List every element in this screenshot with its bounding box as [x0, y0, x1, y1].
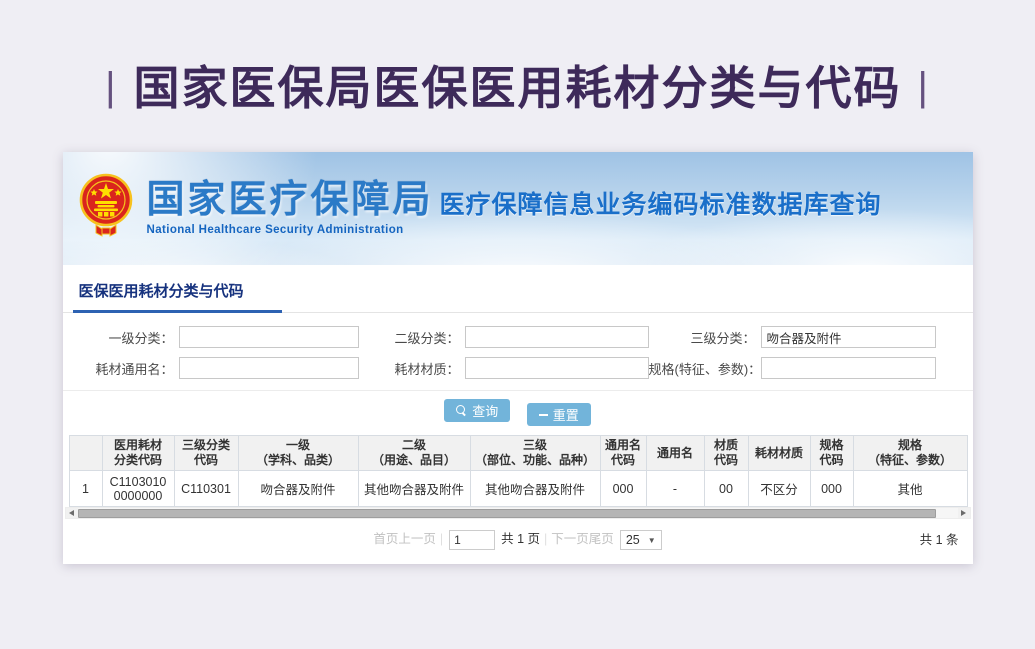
pager-divider: |: [440, 532, 443, 546]
search-button-label: 查询: [472, 401, 498, 420]
reset-button[interactable]: 重置: [527, 403, 591, 426]
common-name-label: 耗材通用名：: [63, 359, 179, 378]
reset-button-label: 重置: [553, 405, 579, 424]
total-pages-label: 共 1 页: [501, 532, 540, 546]
system-title: 医疗保障信息业务编码标准数据库查询: [440, 185, 882, 221]
cell-material: 不区分: [748, 471, 810, 507]
total-count-label: 共 1 条: [920, 529, 959, 548]
scroll-left-icon: [69, 510, 74, 516]
title-right-bar: |: [918, 65, 930, 109]
col-common-name: 通用名: [646, 436, 704, 471]
col-level1: 一级 （学科、品类）: [238, 436, 358, 471]
table-row[interactable]: 1 C11030100000000 C110301 吻合器及附件 其他吻合器及附…: [69, 471, 967, 507]
level3-label: 三级分类：: [649, 328, 761, 347]
result-table-wrap: 医用耗材 分类代码 三级分类 代码 一级 （学科、品类） 二级 （用途、品目） …: [63, 435, 973, 507]
col-consumable-code: 医用耗材 分类代码: [102, 436, 174, 471]
last-page-link[interactable]: 尾页: [589, 532, 614, 546]
cell-level3: 其他吻合器及附件: [470, 471, 600, 507]
spec-label: 规格(特征、参数)：: [649, 359, 761, 378]
first-page-link[interactable]: 首页: [373, 532, 398, 546]
col-spec: 规格 （特征、参数）: [853, 436, 967, 471]
col-index: [69, 436, 102, 471]
col-material-code: 材质 代码: [704, 436, 748, 471]
level1-label: 一级分类：: [63, 328, 179, 347]
level1-input[interactable]: [179, 326, 359, 348]
level2-label: 二级分类：: [359, 328, 465, 347]
prev-page-link[interactable]: 上一页: [398, 532, 436, 546]
page-number-input[interactable]: [449, 530, 495, 550]
pager-divider: |: [544, 532, 547, 546]
material-input[interactable]: [465, 357, 649, 379]
button-bar: 查询 重置: [63, 391, 973, 435]
col-level3: 三级 （部位、功能、品种）: [470, 436, 600, 471]
col-level2: 二级 （用途、品目）: [358, 436, 470, 471]
cell-level2: 其他吻合器及附件: [358, 471, 470, 507]
search-button[interactable]: 查询: [444, 399, 510, 422]
col-common-name-code: 通用名 代码: [600, 436, 646, 471]
level3-input[interactable]: [761, 326, 936, 348]
search-icon: [456, 405, 467, 416]
cell-common-name: -: [646, 471, 704, 507]
scroll-right-icon: [961, 510, 966, 516]
scroll-left-button[interactable]: [66, 508, 78, 518]
scrollbar-thumb[interactable]: [78, 509, 936, 518]
title-left-bar: |: [105, 65, 117, 109]
query-form: 一级分类： 二级分类： 三级分类： 耗材通用名： 耗材材质： 规格(特征、参数)…: [63, 313, 973, 391]
horizontal-scrollbar[interactable]: [65, 507, 971, 519]
cell-spec-code: 000: [810, 471, 853, 507]
pagination-bar: 首页上一页 | 共 1 页 | 下一页尾页 25 ▼ 共 1 条: [63, 519, 973, 564]
next-page-link[interactable]: 下一页: [551, 532, 589, 546]
level2-input[interactable]: [465, 326, 649, 348]
tab-bar: 医保医用耗材分类与代码: [63, 265, 973, 313]
minus-icon: [539, 414, 548, 416]
spec-input[interactable]: [761, 357, 936, 379]
col-spec-code: 规格 代码: [810, 436, 853, 471]
org-title-block: 国家医疗保障局 National Healthcare Security Adm…: [147, 181, 434, 236]
col-material: 耗材材质: [748, 436, 810, 471]
site-banner: 国家医疗保障局 National Healthcare Security Adm…: [63, 152, 973, 265]
col-level3-code: 三级分类 代码: [174, 436, 238, 471]
cell-spec: 其他: [853, 471, 967, 507]
page-size-value: 25: [626, 533, 640, 547]
material-label: 耗材材质：: [359, 359, 465, 378]
org-name-en: National Healthcare Security Administrat…: [147, 224, 434, 236]
chevron-down-icon: ▼: [648, 536, 656, 545]
tab-consumable-code[interactable]: 医保医用耗材分类与代码: [73, 280, 282, 313]
table-header-row: 医用耗材 分类代码 三级分类 代码 一级 （学科、品类） 二级 （用途、品目） …: [69, 436, 967, 471]
cell-level1: 吻合器及附件: [238, 471, 358, 507]
org-name-cn: 国家医疗保障局: [147, 181, 434, 221]
cell-common-name-code: 000: [600, 471, 646, 507]
main-panel: 国家医疗保障局 National Healthcare Security Adm…: [63, 152, 973, 564]
scrollbar-track[interactable]: [78, 508, 958, 518]
cell-index: 1: [69, 471, 102, 507]
result-table: 医用耗材 分类代码 三级分类 代码 一级 （学科、品类） 二级 （用途、品目） …: [69, 435, 968, 507]
cell-consumable-code: C11030100000000: [102, 471, 174, 507]
cell-level3-code: C110301: [174, 471, 238, 507]
page-title: | 国家医保局医保医用耗材分类与代码 |: [0, 52, 1035, 118]
page-title-text: 国家医保局医保医用耗材分类与代码: [134, 62, 902, 114]
page-size-select[interactable]: 25 ▼: [620, 530, 662, 550]
cell-material-code: 00: [704, 471, 748, 507]
scroll-right-button[interactable]: [958, 508, 970, 518]
national-emblem-icon: [79, 173, 133, 239]
common-name-input[interactable]: [179, 357, 359, 379]
